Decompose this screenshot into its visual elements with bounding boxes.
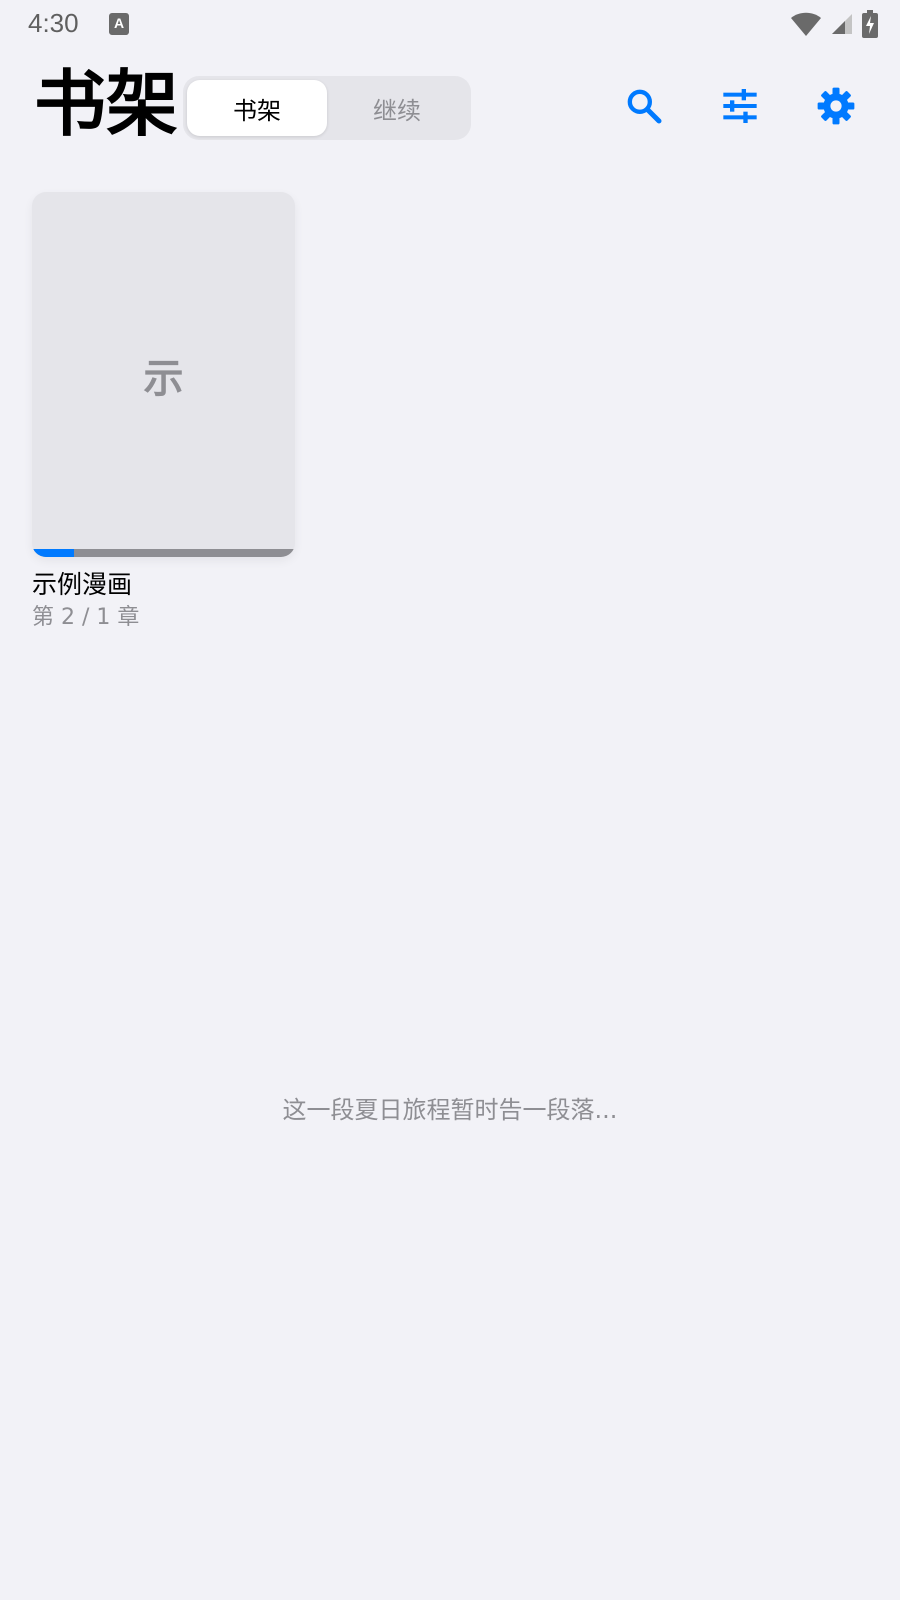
tab-bookshelf[interactable]: 书架	[187, 80, 327, 136]
battery-charging-icon	[862, 10, 878, 38]
status-time: 4:30	[28, 8, 79, 38]
book-card[interactable]: 示 示例漫画 第 2 / 1 章	[32, 192, 295, 633]
page-title: 书架	[34, 62, 179, 146]
search-icon	[627, 89, 662, 124]
wifi-icon	[791, 12, 821, 36]
search-button[interactable]	[620, 82, 668, 130]
cell-signal-icon	[832, 14, 852, 34]
end-of-list-message: 这一段夏日旅程暂时告一段落...	[282, 1096, 618, 1124]
settings-button[interactable]	[812, 82, 860, 130]
filter-button[interactable]	[716, 82, 764, 130]
segmented-control: 书架 继续	[183, 76, 471, 140]
tune-icon	[723, 89, 757, 123]
settings-icon	[817, 87, 855, 125]
status-bar: 4:30 A	[0, 0, 900, 48]
reading-progress-bar	[32, 549, 295, 557]
book-cover[interactable]: 示	[32, 192, 295, 557]
notification-icon: A	[109, 13, 129, 35]
book-title: 示例漫画	[32, 570, 133, 599]
tab-continue[interactable]: 继续	[327, 80, 467, 136]
book-chapter-info: 第 2 / 1 章	[32, 605, 140, 630]
status-icons	[790, 8, 878, 40]
reading-progress-fill	[32, 549, 75, 557]
cover-initial: 示	[143, 355, 184, 402]
